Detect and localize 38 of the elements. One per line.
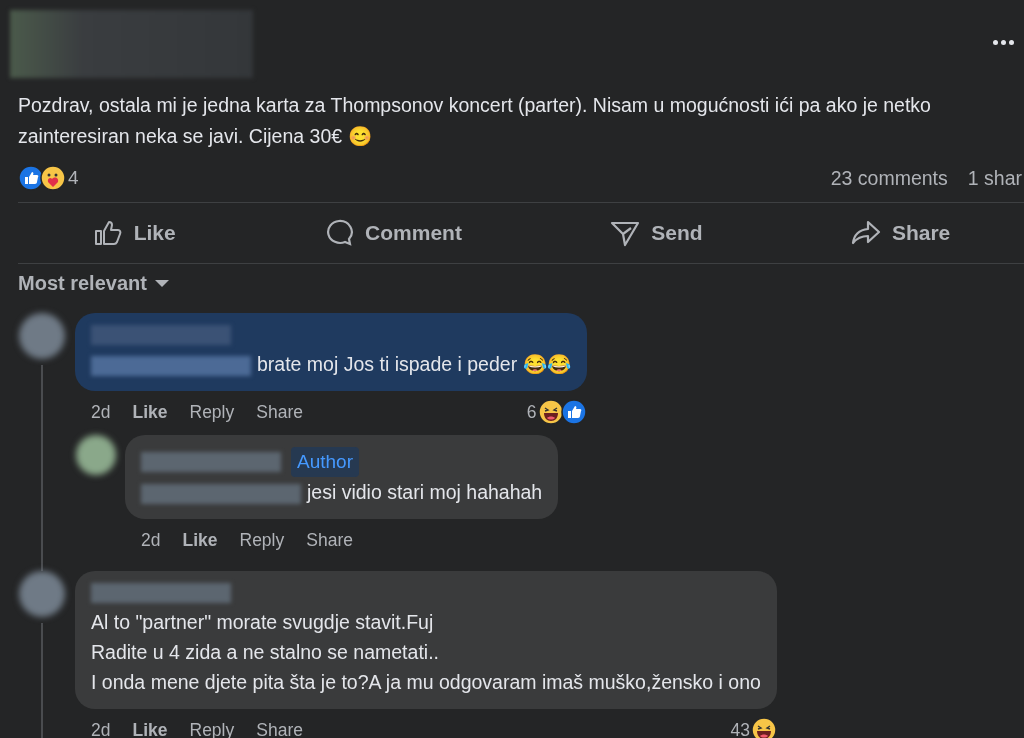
reaction-count[interactable]: 4 <box>68 167 79 189</box>
comment-button[interactable]: Comment <box>313 211 472 255</box>
comment-time[interactable]: 2d <box>91 719 111 738</box>
comment-text: jesi vidio stari moj hahahah <box>307 481 543 503</box>
comment-reaction-count[interactable]: 6 <box>526 401 537 423</box>
avatar-placeholder[interactable] <box>19 313 65 359</box>
like-link[interactable]: Like <box>132 719 168 738</box>
avatar-placeholder[interactable] <box>19 571 65 617</box>
more-icon[interactable] <box>993 40 1014 45</box>
comment-text: brate moj Jos ti ispade i peder 😂😂 <box>257 353 571 375</box>
share-link[interactable]: Share <box>256 719 303 738</box>
comment-text: Radite u 4 zida a ne stalno se nametati.. <box>91 641 439 663</box>
comment-text: I onda mene djete pita šta je to?A ja mu odgovaram imaš muško,žensko i ono <box>91 671 761 693</box>
comment-time[interactable]: 2d <box>141 529 161 551</box>
sort-dropdown[interactable]: Most relevant <box>18 272 169 295</box>
comment-reaction-count[interactable]: 43 <box>730 719 750 738</box>
share-link[interactable]: Share <box>306 529 353 551</box>
like-reaction-icon <box>18 165 44 191</box>
share-link[interactable]: Share <box>256 401 303 423</box>
share-button[interactable]: Share <box>839 211 961 255</box>
comment-text: Al to "partner" morate svugdje stavit.Fuj <box>91 611 434 633</box>
avatar-placeholder[interactable] <box>76 435 116 475</box>
comment-time[interactable]: 2d <box>91 401 111 423</box>
reply-link[interactable]: Reply <box>239 529 285 551</box>
reply-link[interactable]: Reply <box>189 401 235 423</box>
comment-count[interactable]: 23 comments <box>830 166 948 190</box>
like-link[interactable]: Like <box>132 401 168 423</box>
like-link[interactable]: Like <box>182 529 218 551</box>
laughing-face-icon <box>750 717 777 738</box>
send-button[interactable]: Send <box>599 211 713 255</box>
author-badge: Author <box>291 447 359 477</box>
like-reaction-icon <box>560 399 587 425</box>
share-count[interactable]: 1 shar <box>967 166 1022 190</box>
like-button[interactable]: Like <box>81 211 186 255</box>
hugging-face-icon <box>40 165 66 191</box>
caret-icon <box>154 280 169 287</box>
laughing-face-icon <box>537 399 564 425</box>
post-text: Pozdrav, ostala mi je jedna karta za Thompsonov koncert (parter). Nisam u mogućnosti ići pa ako je netko zainteresiran neka se javi. Cijena 30€ 😊 <box>17 93 932 149</box>
